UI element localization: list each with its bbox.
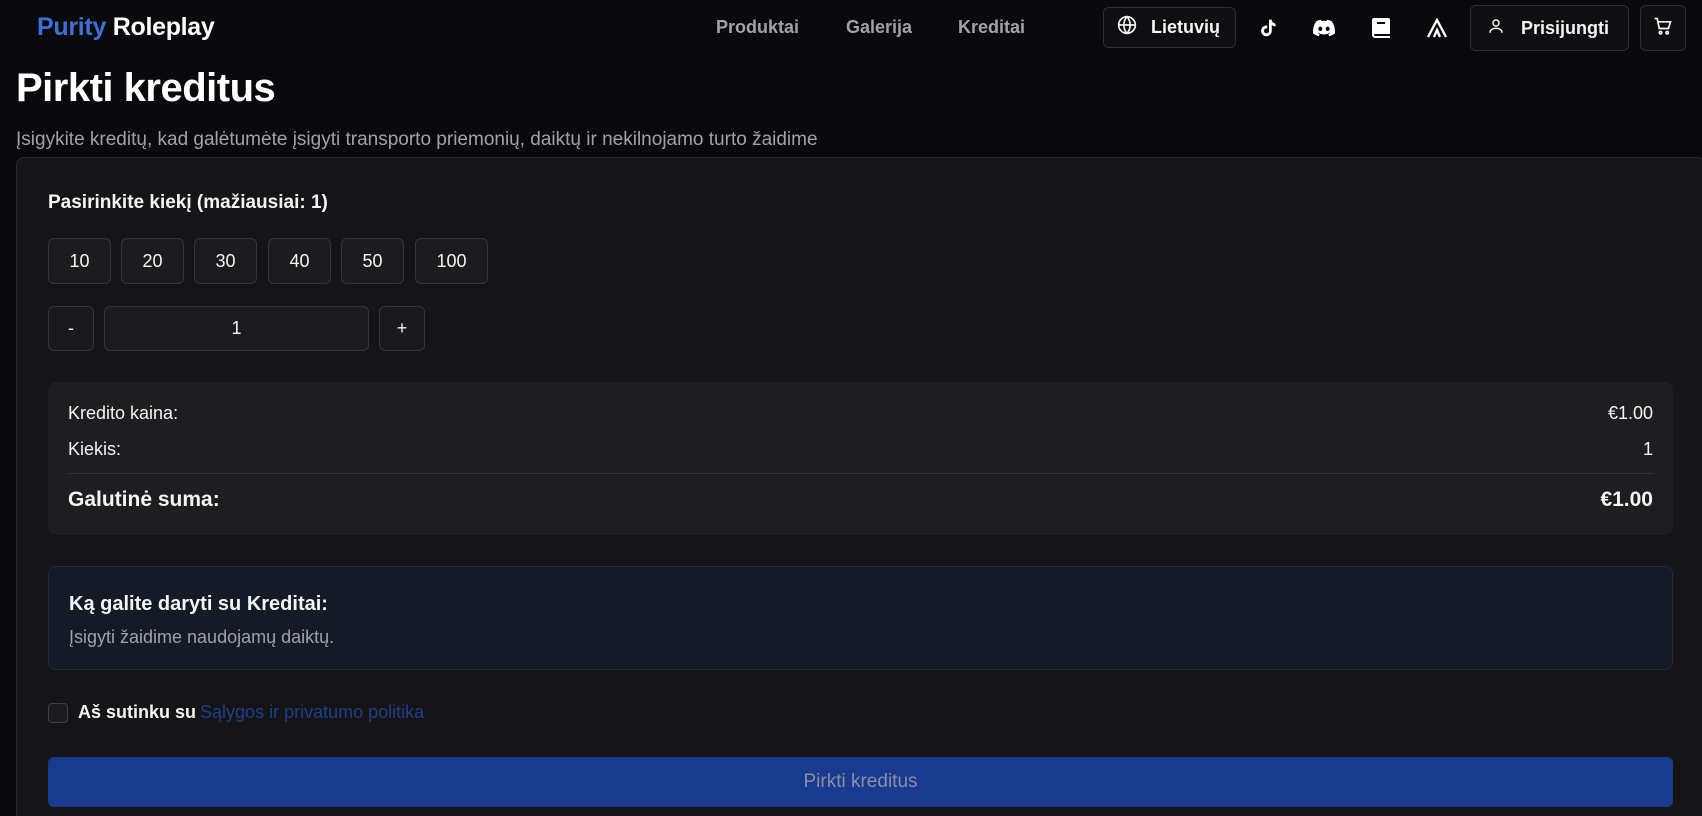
language-label: Lietuvių <box>1151 17 1221 37</box>
tiktok-icon[interactable] <box>1254 14 1282 42</box>
preset-button-50[interactable]: 50 <box>341 238 404 284</box>
info-text: Įsigyti žaidime naudojamų daiktų. <box>69 627 335 647</box>
quantity-summary-label: Kiekis: <box>68 439 122 459</box>
info-title: Ką galite daryti su Kreditai: <box>69 593 328 615</box>
preset-button-30[interactable]: 30 <box>194 238 257 284</box>
preset-button-40[interactable]: 40 <box>268 238 331 284</box>
globe-icon <box>1117 15 1137 40</box>
top-navbar: Purity Roleplay Produktai Galerija Kredi… <box>0 0 1702 56</box>
total-row: Galutinė suma: €1.00 <box>68 488 1653 512</box>
price-summary: Kredito kaina: €1.00 Kiekis: 1 Galutinė … <box>48 382 1673 535</box>
terms-checkbox[interactable] <box>48 702 68 723</box>
preset-button-100[interactable]: 100 <box>415 238 488 284</box>
preset-button-10[interactable]: 10 <box>48 238 111 284</box>
quantity-row: Kiekis: 1 <box>68 439 1653 460</box>
nav-link-kreditai[interactable]: Kreditai <box>958 17 1025 38</box>
total-label: Galutinė suma: <box>68 488 220 511</box>
summary-divider <box>68 473 1653 474</box>
quantity-input[interactable] <box>104 306 369 351</box>
discord-icon[interactable] <box>1310 14 1338 42</box>
decrement-button[interactable]: - <box>48 306 94 351</box>
preset-button-20[interactable]: 20 <box>121 238 184 284</box>
nav-link-galerija[interactable]: Galerija <box>846 17 912 38</box>
quantity-summary-value: 1 <box>1642 439 1653 459</box>
price-row: Kredito kaina: €1.00 <box>68 403 1653 424</box>
login-label: Prisijungti <box>1521 17 1610 38</box>
terms-prefix: Aš sutinku su <box>78 702 197 722</box>
increment-button[interactable]: + <box>379 306 425 351</box>
buy-credits-button[interactable]: Pirkti kreditus <box>48 757 1673 807</box>
nav-link-produktai[interactable]: Produktai <box>716 17 799 38</box>
login-button[interactable]: Prisijungti <box>1470 5 1629 51</box>
logo-text-roleplay: Roleplay <box>112 13 215 41</box>
price-value: €1.00 <box>1607 403 1653 423</box>
cart-icon <box>1653 16 1673 41</box>
logo-text-purity: Purity <box>37 13 107 41</box>
terms-link[interactable]: Sąlygos ir privatumo politika <box>200 702 424 723</box>
user-icon <box>1487 17 1505 40</box>
price-label: Kredito kaina: <box>68 403 179 423</box>
book-icon[interactable] <box>1367 14 1395 42</box>
site-logo[interactable]: Purity Roleplay <box>37 13 215 42</box>
terms-agreement: Aš sutinku su Sąlygos ir privatumo polit… <box>48 702 424 723</box>
quantity-label: Pasirinkite kiekį (mažiausiai: 1) <box>48 192 328 213</box>
credits-info-box: Ką galite daryti su Kreditai: Įsigyti ža… <box>48 566 1673 670</box>
cart-button[interactable] <box>1640 5 1686 51</box>
forum-icon[interactable] <box>1423 14 1451 42</box>
language-selector-button[interactable]: Lietuvių <box>1103 7 1236 48</box>
page-subtitle: Įsigykite kreditų, kad galėtumėte įsigyt… <box>16 129 818 150</box>
page-title: Pirkti kreditus <box>16 66 276 110</box>
total-value: €1.00 <box>1600 488 1653 511</box>
